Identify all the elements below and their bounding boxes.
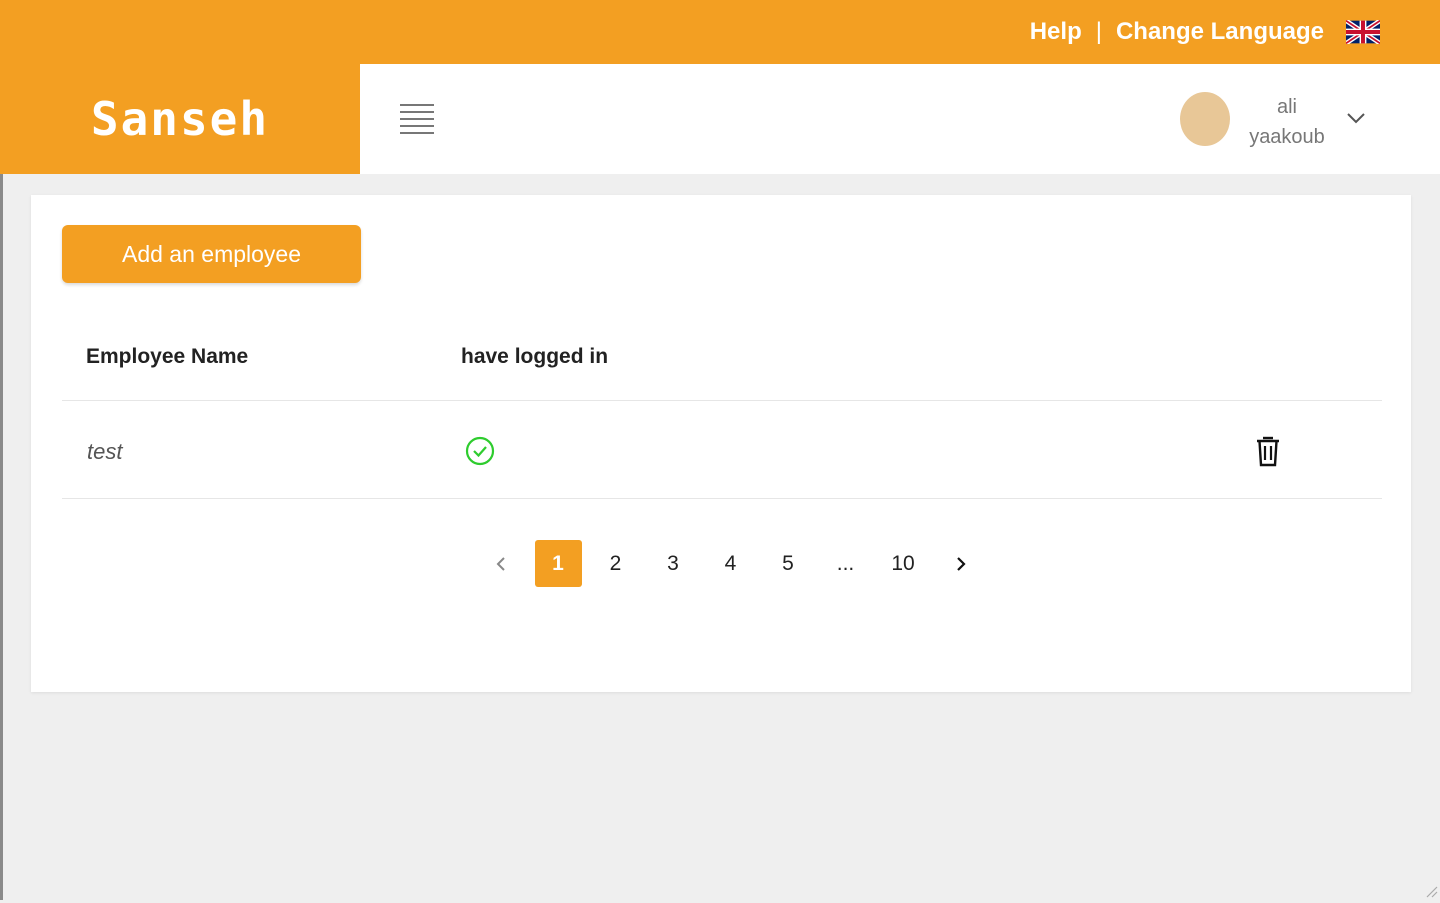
user-last-name: yaakoub bbox=[1249, 126, 1325, 148]
table-row-divider bbox=[62, 498, 1382, 499]
brand-logo[interactable]: Sanseh bbox=[91, 92, 269, 146]
pagination: 1 2 3 4 5 ... 10 bbox=[477, 540, 995, 587]
page-2-button[interactable]: 2 bbox=[592, 540, 639, 587]
user-first-name: ali bbox=[1276, 96, 1297, 118]
logo-area: Sanseh bbox=[0, 64, 360, 174]
page-1-button[interactable]: 1 bbox=[534, 540, 582, 587]
change-language-link[interactable]: Change Language bbox=[1116, 18, 1324, 46]
user-name[interactable]: ali yaakoub bbox=[1230, 92, 1344, 152]
page-10-button[interactable]: 10 bbox=[880, 540, 927, 587]
header: ali yaakoub bbox=[360, 64, 1440, 174]
uk-flag-icon[interactable] bbox=[1344, 18, 1382, 46]
avatar[interactable] bbox=[1180, 92, 1230, 146]
check-circle-icon bbox=[464, 435, 496, 467]
column-header-logged-in: have logged in bbox=[461, 345, 609, 368]
hamburger-icon[interactable] bbox=[400, 104, 434, 136]
employees-card: Add an employee Employee Name have logge… bbox=[31, 195, 1411, 692]
trash-icon[interactable] bbox=[1253, 434, 1283, 468]
column-header-employee-name: Employee Name bbox=[86, 345, 249, 368]
chevron-down-icon[interactable] bbox=[1344, 108, 1368, 128]
page-4-button[interactable]: 4 bbox=[707, 540, 754, 587]
topbar-separator: | bbox=[1095, 18, 1102, 45]
top-bar: Help | Change Language bbox=[0, 0, 1440, 64]
page-5-button[interactable]: 5 bbox=[765, 540, 812, 587]
add-employee-button[interactable]: Add an employee bbox=[62, 225, 361, 283]
chevron-right-icon[interactable] bbox=[937, 540, 984, 587]
resize-grip-icon[interactable] bbox=[1422, 882, 1438, 898]
page-ellipsis[interactable]: ... bbox=[822, 540, 869, 587]
employee-name-cell[interactable]: test bbox=[87, 439, 122, 465]
help-link[interactable]: Help bbox=[1030, 18, 1082, 46]
page-3-button[interactable]: 3 bbox=[650, 540, 697, 587]
table-header-divider bbox=[62, 400, 1382, 401]
chevron-left-icon[interactable] bbox=[477, 540, 524, 587]
